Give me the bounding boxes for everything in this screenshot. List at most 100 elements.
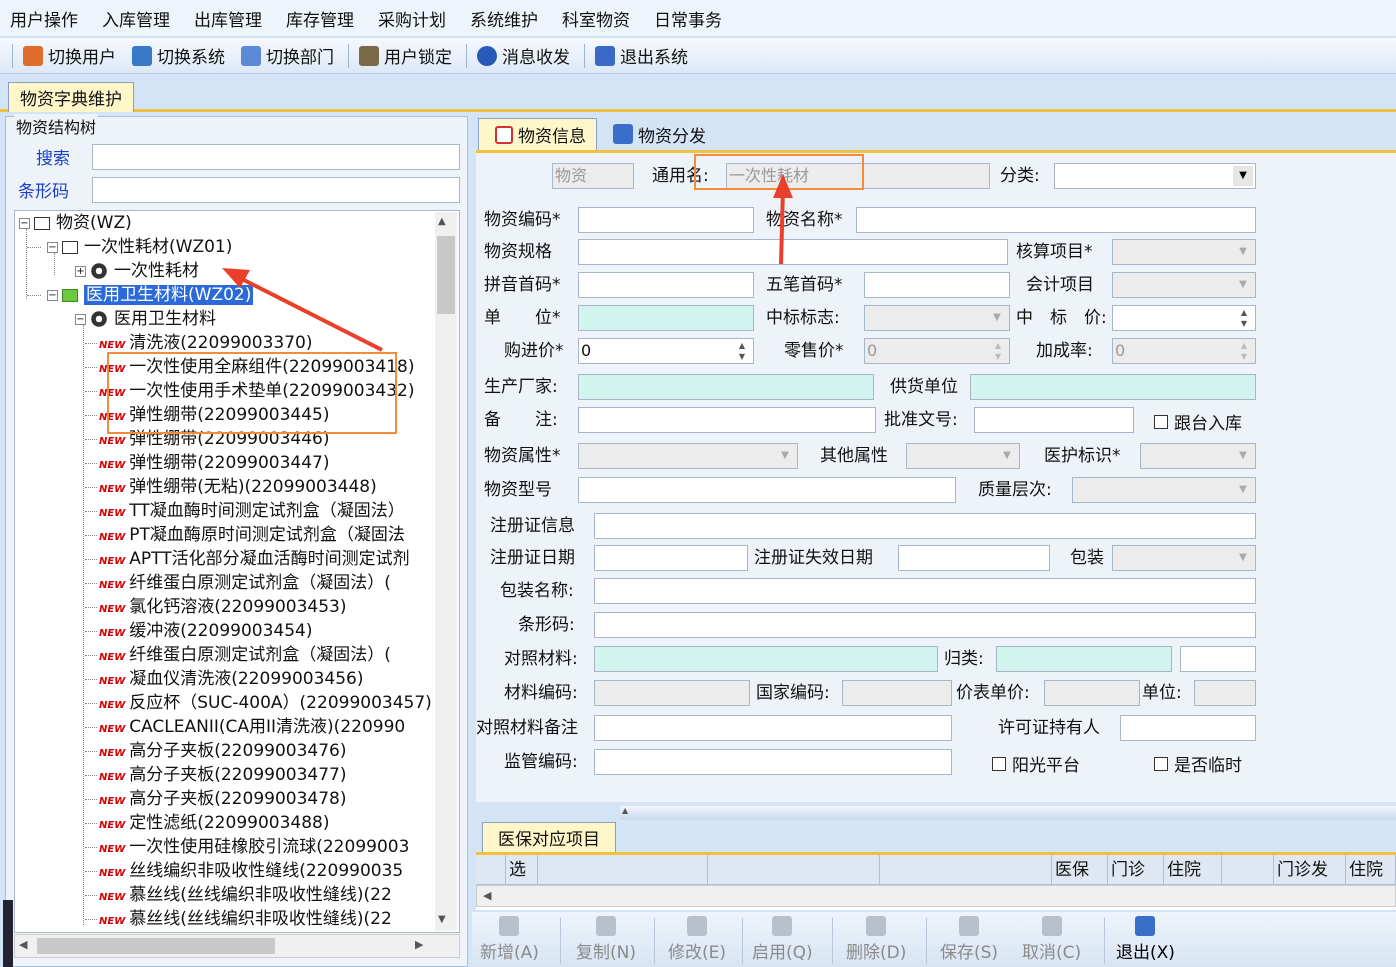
package-select[interactable]: ▼	[1112, 545, 1256, 571]
package-name-input[interactable]	[594, 578, 1256, 604]
tree-leaf-item[interactable]: NEW PT凝血酶原时间测定试剂盒（凝固法	[85, 523, 405, 547]
national-code-input[interactable]	[842, 680, 952, 706]
grid-horizontal-scrollbar[interactable]: ◀	[476, 885, 1396, 907]
tree-leaf-item[interactable]: NEW 弹性绷带(22099003446)	[85, 427, 329, 451]
tree-leaf-item[interactable]: NEW 纤维蛋白原测定试剂盒（凝固法）(	[85, 643, 391, 667]
classify-extra-input[interactable]	[1180, 646, 1256, 672]
tree-leaf-item[interactable]: NEW 一次性使用全麻组件(22099003418)	[85, 355, 414, 379]
tree-leaf-item[interactable]: NEW 弹性绷带(无粘)(22099003448)	[85, 475, 377, 499]
switch-user-button[interactable]: 切换用户	[17, 43, 116, 68]
enable-button[interactable]: 启用(Q)	[752, 916, 813, 963]
tree-leaf-item[interactable]: NEW CACLEANII(CA用II清洗液)(220990	[85, 715, 405, 739]
grid-header-insurance[interactable]: 医保	[1052, 855, 1108, 884]
reg-cert-info-input[interactable]	[594, 513, 1256, 539]
medical-flag-select[interactable]: ▼	[1140, 443, 1256, 469]
delete-button[interactable]: 删除(D)	[846, 916, 906, 963]
price-unit-input[interactable]	[1194, 680, 1256, 706]
grid-header-cell[interactable]	[708, 855, 880, 884]
expand-icon[interactable]: +	[75, 265, 86, 277]
material-code-input[interactable]	[578, 207, 754, 233]
tree-leaf-item[interactable]: NEW 定性滤纸(22099003488)	[85, 811, 329, 835]
tree-node-cat2[interactable]: − 医用卫生材料(WZ02)	[47, 283, 254, 307]
material-number-input[interactable]	[594, 680, 750, 706]
material-tree[interactable]: − 物资(WZ) − 一次性耗材(WZ01) + 一次性耗材 − 医用卫生材料(WZ02…	[14, 210, 460, 933]
scroll-left-icon[interactable]: ◀	[19, 938, 27, 951]
tab-material-info[interactable]: 物资信息	[478, 118, 597, 150]
tab-insurance-items[interactable]: 医保对应项目	[482, 822, 616, 852]
tree-node-cat1-child[interactable]: + 一次性耗材	[75, 259, 199, 283]
tree-leaf-item[interactable]: NEW 慕丝线(丝线编织非吸收性缝线)(22	[85, 883, 392, 907]
price-table-input[interactable]	[1044, 680, 1140, 706]
message-button[interactable]: 消息收发	[471, 43, 570, 68]
collapse-icon[interactable]: −	[47, 241, 58, 253]
temporary-checkbox[interactable]: 是否临时	[1154, 751, 1242, 776]
user-lock-button[interactable]: 用户锁定	[353, 43, 452, 68]
manufacturer-input[interactable]	[578, 374, 874, 400]
ref-material-input[interactable]	[594, 646, 938, 672]
tree-node-cat2-child[interactable]: − 医用卫生材料	[75, 307, 216, 331]
cancel-button[interactable]: 取消(C)	[1022, 916, 1081, 963]
account-item-select[interactable]: ▼	[1112, 239, 1256, 265]
menu-purchase-plan[interactable]: 采购计划	[378, 6, 446, 31]
material-name-input[interactable]	[856, 207, 1256, 233]
copy-button[interactable]: 复制(N)	[576, 916, 636, 963]
edit-button[interactable]: 修改(E)	[668, 916, 726, 963]
panel-splitter[interactable]: ▲	[620, 806, 1396, 820]
add-button[interactable]: 新增(A)	[480, 916, 539, 963]
menu-inventory[interactable]: 库存管理	[286, 6, 354, 31]
markup-rate-input[interactable]: 0 ▲ ▼	[1112, 338, 1256, 364]
tree-leaf-item[interactable]: NEW 一次性使用硅橡胶引流球(22099003	[85, 835, 409, 859]
purchase-price-input[interactable]: 0 ▲ ▼	[578, 338, 754, 364]
supplier-input[interactable]	[970, 374, 1256, 400]
sunshine-platform-checkbox[interactable]: 阳光平台	[992, 751, 1080, 776]
menu-inbound[interactable]: 入库管理	[102, 6, 170, 31]
menu-user-ops[interactable]: 用户操作	[10, 6, 78, 31]
menu-dept-materials[interactable]: 科室物资	[562, 6, 630, 31]
form-barcode-input[interactable]	[594, 612, 1256, 638]
wubi-code-input[interactable]	[864, 272, 1010, 298]
category-select[interactable]: ▼	[1054, 163, 1256, 189]
collapse-icon[interactable]: −	[47, 289, 58, 301]
grid-header-cell[interactable]	[880, 855, 1052, 884]
search-input[interactable]	[92, 144, 460, 170]
tree-node-root[interactable]: − 物资(WZ)	[19, 211, 132, 235]
supervise-code-input[interactable]	[594, 749, 952, 775]
menu-outbound[interactable]: 出库管理	[194, 6, 262, 31]
collapse-icon[interactable]: −	[75, 313, 86, 325]
tab-material-dictionary[interactable]: 物资字典维护	[8, 82, 134, 112]
tree-vertical-scrollbar[interactable]: ▲ ▼	[435, 212, 457, 931]
save-button[interactable]: 保存(S)	[940, 916, 998, 963]
classify-input[interactable]	[996, 646, 1172, 672]
scrollbar-thumb[interactable]	[437, 236, 455, 314]
material-model-input[interactable]	[578, 477, 956, 503]
tree-leaf-item[interactable]: NEW 缓冲液(22099003454)	[85, 619, 312, 643]
tree-leaf-item[interactable]: NEW 弹性绷带(22099003447)	[85, 451, 329, 475]
material-attr-select[interactable]: ▼	[578, 443, 798, 469]
material-type-button[interactable]: 物资	[552, 163, 634, 189]
scroll-down-icon[interactable]: ▼	[438, 914, 446, 925]
tree-node-cat1[interactable]: − 一次性耗材(WZ01)	[47, 235, 232, 259]
exit-system-button[interactable]: 退出系统	[589, 43, 688, 68]
tree-leaf-item[interactable]: NEW 高分子夹板(22099003477)	[85, 763, 346, 787]
bid-price-input[interactable]: ▲ ▼	[1112, 305, 1256, 331]
tree-leaf-item[interactable]: NEW TT凝血酶时间测定试剂盒（凝固法）	[85, 499, 405, 523]
menu-system[interactable]: 系统维护	[470, 6, 538, 31]
ref-remark-input[interactable]	[594, 715, 952, 741]
exit-button[interactable]: 退出(X)	[1116, 916, 1175, 963]
scroll-left-icon[interactable]: ◀	[483, 889, 491, 902]
grid-header-outpatient-issue[interactable]: 门诊发	[1274, 855, 1346, 884]
retail-price-input[interactable]: 0 ▲ ▼	[864, 338, 1010, 364]
approval-number-input[interactable]	[974, 407, 1134, 433]
tree-leaf-item[interactable]: NEW 一次性使用手术垫单(22099003432)	[85, 379, 414, 403]
tree-leaf-item[interactable]: NEW 清洗液(22099003370)	[85, 331, 312, 355]
reg-cert-expire-input[interactable]	[898, 545, 1050, 571]
tree-leaf-item[interactable]: NEW 高分子夹板(22099003476)	[85, 739, 346, 763]
common-name-field[interactable]: 一次性耗材	[726, 163, 990, 189]
tree-leaf-item[interactable]: NEW 高分子夹板(22099003478)	[85, 787, 346, 811]
collapse-icon[interactable]: −	[19, 217, 30, 229]
license-holder-input[interactable]	[1120, 715, 1256, 741]
grid-header-cell[interactable]	[538, 855, 708, 884]
tree-leaf-item[interactable]: NEW 弹性绷带(22099003445)	[85, 403, 329, 427]
tree-leaf-item[interactable]: NEW 凝血仪清洗液(22099003456)	[85, 667, 363, 691]
tree-horizontal-scrollbar[interactable]: ◀ ▶	[14, 934, 460, 958]
